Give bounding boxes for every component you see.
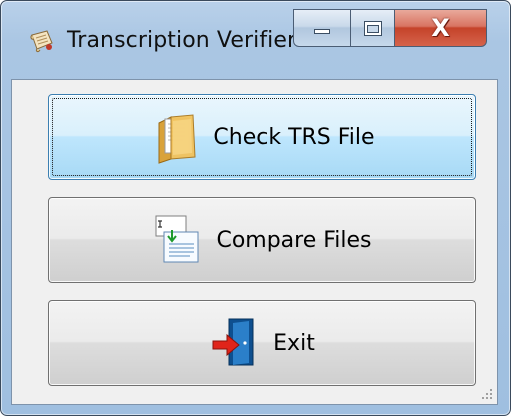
close-button[interactable]: X [395, 9, 487, 47]
compare-files-button[interactable]: Compare Files [48, 197, 476, 283]
maximize-button[interactable] [351, 9, 395, 47]
minimize-button[interactable] [293, 9, 351, 47]
resize-grip-icon[interactable] [480, 387, 494, 401]
check-trs-file-label: Check TRS File [213, 124, 375, 150]
compare-files-label: Compare Files [216, 227, 372, 253]
compare-documents-icon [155, 215, 199, 263]
client-area: Check TRS File Compare Files Exit [11, 79, 498, 405]
maximize-icon [363, 21, 382, 36]
exit-label: Exit [273, 330, 315, 356]
folder-document-icon [158, 114, 196, 164]
exit-door-icon [212, 318, 254, 366]
check-trs-file-button[interactable]: Check TRS File [48, 94, 476, 180]
window-title: Transcription Verifier [67, 28, 297, 53]
title-bar[interactable]: Transcription Verifier X [1, 1, 510, 79]
application-window: Transcription Verifier X Check TRS File … [0, 0, 511, 416]
close-icon: X [431, 14, 450, 42]
minimize-icon [314, 29, 330, 34]
caption-buttons: X [293, 9, 487, 49]
scroll-icon [30, 30, 53, 53]
exit-button[interactable]: Exit [48, 300, 476, 386]
